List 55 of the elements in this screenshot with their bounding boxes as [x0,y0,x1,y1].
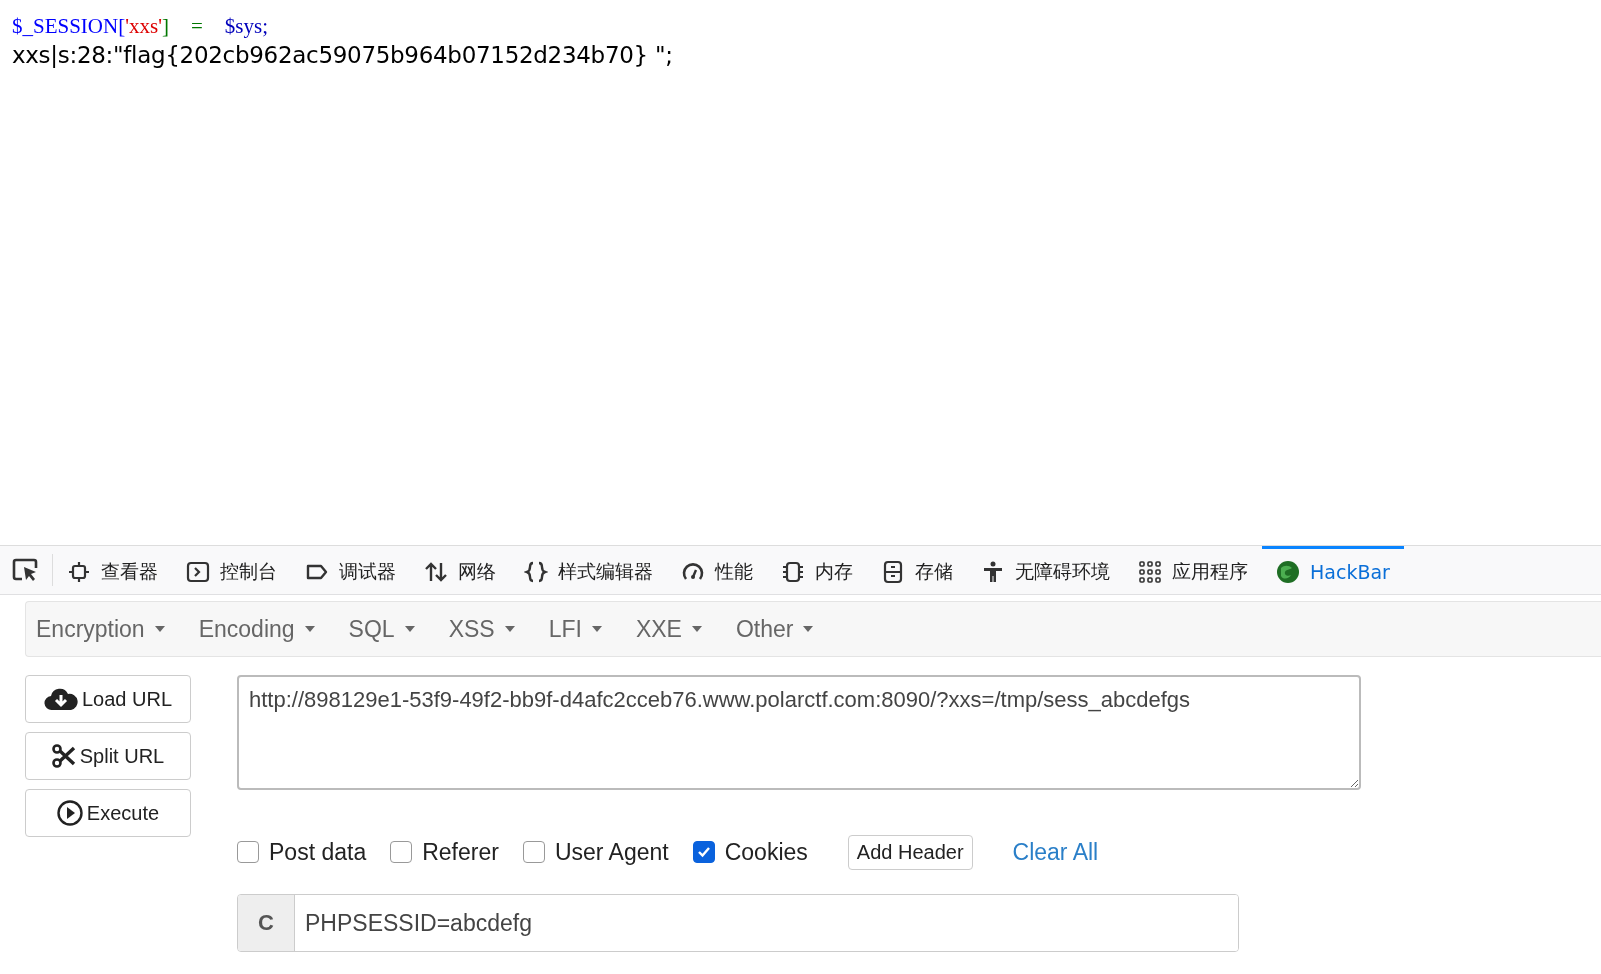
element-picker-icon[interactable] [12,557,40,583]
caret-icon [154,626,165,632]
devtools-tab[interactable]: 内存 [767,546,867,594]
output-text: xxs|s:28:"flag{202cb962ac59075b964b07152d234b70} "; [12,41,674,70]
play-icon [56,800,83,826]
code-token: $sys; [224,14,268,38]
inspector-icon [67,559,91,584]
menu-dropdown[interactable]: Other [735,615,814,643]
option-checkbox[interactable]: User Agent [522,838,669,866]
devtools-tab[interactable]: 查看器 [53,546,172,594]
cloud-download-icon [43,687,78,711]
cookie-field[interactable]: C PHPSESSID=abcdefg [237,894,1239,952]
option-checkbox[interactable]: Referer [390,838,499,866]
console-icon [186,559,210,584]
option-checkbox[interactable]: Cookies [692,838,808,866]
code-token: = [190,14,203,38]
menu-dropdown[interactable]: XSS [448,615,515,643]
caret-icon [504,626,515,632]
url-field[interactable]: http://898129e1-53f9-49f2-bb9f-d4afc2cceb76.www.polarctf.com:8090/?xxs=/tmp/sess_abcdefgs [237,675,1361,790]
caret-icon [803,626,814,632]
style-icon [524,559,548,584]
code-token: 'xxs' [125,14,162,38]
caret-icon [591,626,602,632]
code-token: ] [161,14,169,38]
cookie-prefix: C [238,895,295,951]
caret-icon [404,626,415,632]
menu-dropdown[interactable]: XXE [635,615,702,643]
menu-dropdown[interactable]: SQL [348,615,415,643]
apps-icon [1138,559,1162,584]
clear-all-link[interactable]: Clear All [1012,838,1099,866]
devtools-tab[interactable]: 样式编辑器 [510,546,667,594]
devtools-tab[interactable]: 性能 [667,546,767,594]
memory-icon [781,559,805,584]
split-button[interactable]: Split URL [25,732,191,780]
devtools-tab[interactable]: 无障碍环境 [967,546,1124,594]
accessibility-icon [981,559,1005,584]
storage-icon [881,559,905,584]
devtools-tab[interactable]: HackBar [1262,546,1404,594]
devtools-tab[interactable]: 存储 [867,546,967,594]
menu-dropdown[interactable]: Encoding [198,615,315,643]
load-button[interactable]: Load URL [25,675,191,723]
menu-dropdown[interactable]: Encryption [36,615,165,643]
execute-button[interactable]: Execute [25,789,191,837]
code-token: $_SESSION[ [12,14,126,38]
devtools-tab[interactable]: 网络 [410,546,510,594]
menu-dropdown[interactable]: LFI [548,615,602,643]
caret-icon [691,626,702,632]
devtools-tab[interactable]: 调试器 [291,546,410,594]
devtools-tab[interactable]: 控制台 [172,546,291,594]
globe-icon [1276,559,1300,584]
devtools-tab[interactable]: 应用程序 [1124,546,1262,594]
scissors-icon [51,744,76,768]
caret-icon [304,626,315,632]
add-header-button[interactable]: Add Header [847,834,973,870]
option-checkbox[interactable]: Post data [237,838,367,866]
